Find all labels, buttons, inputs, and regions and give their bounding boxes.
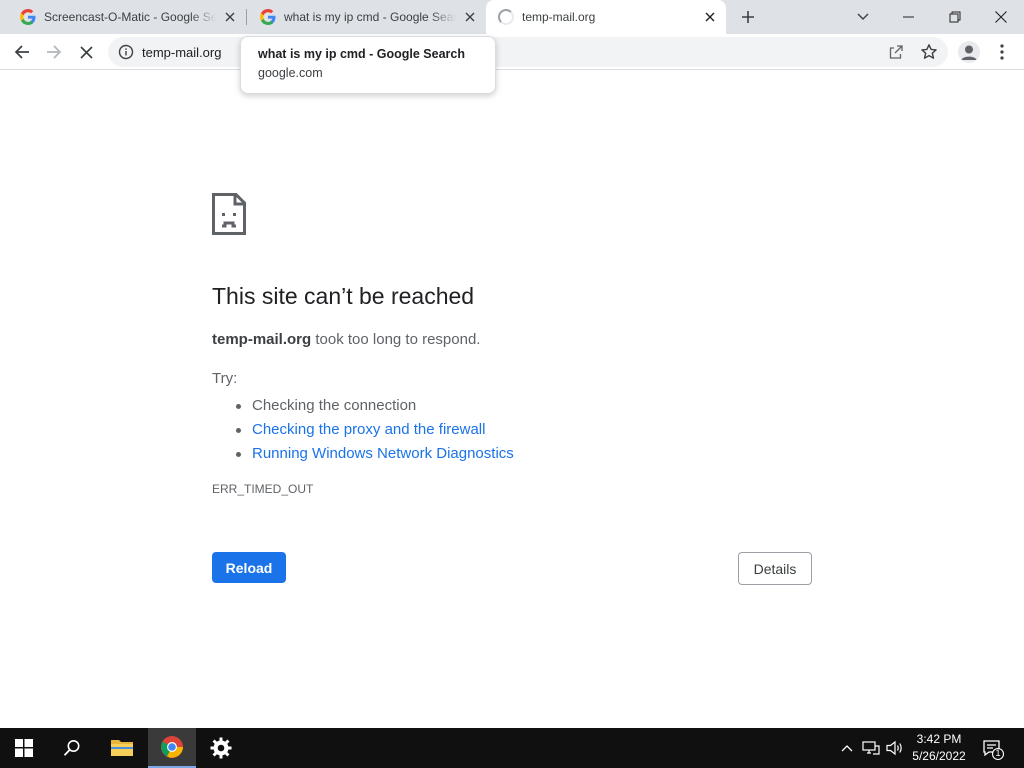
person-icon [961,45,977,60]
close-window-button[interactable] [978,0,1024,34]
file-explorer-button[interactable] [98,728,146,768]
network-icon [862,741,880,755]
error-host: temp-mail.org [212,331,312,348]
clock-date: 5/26/2022 [912,749,966,763]
google-g-icon [20,9,36,25]
google-g-icon [260,9,276,25]
sad-page-icon [212,193,246,235]
reload-button[interactable]: Reload [212,552,286,583]
error-message-text: took too long to respond. [311,331,481,348]
plus-icon [742,11,754,23]
tab-title: Screencast-O-Matic - Google Search [44,10,216,24]
browser-menu-button[interactable] [994,42,1010,62]
volume-tray-button[interactable] [886,738,904,758]
back-button[interactable] [8,38,36,66]
url-text[interactable]: temp-mail.org [142,45,221,60]
close-tab-icon[interactable] [462,9,478,25]
chrome-icon [161,736,183,758]
windows-logo-icon [15,739,33,757]
minimize-icon [903,16,914,18]
tab-search-button[interactable] [840,0,886,34]
browser-toolbar: temp-mail.org [0,34,1024,70]
folder-icon [111,740,133,756]
network-tray-button[interactable] [862,738,880,758]
restore-icon [949,11,961,23]
hover-card-title: what is my ip cmd - Google Search [258,47,465,61]
forward-button[interactable] [40,38,68,66]
suggestion-network-diagnostics-link[interactable]: Running Windows Network Diagnostics [236,442,514,466]
tab-screencast-o-matic[interactable]: Screencast-O-Matic - Google Search [0,0,246,34]
suggestion-check-connection: Checking the connection [236,394,514,418]
more-vert-icon [1000,44,1004,60]
close-tab-icon[interactable] [222,9,238,25]
tab-strip: Screencast-O-Matic - Google Search what … [0,0,1024,34]
taskbar-clock[interactable]: 3:42 PM 5/26/2022 [904,731,974,765]
details-button[interactable]: Details [738,552,812,585]
restore-button[interactable] [932,0,978,34]
show-hidden-icons-button[interactable] [838,738,856,758]
hover-card-domain: google.com [258,66,323,80]
start-button[interactable] [0,728,48,768]
chevron-down-icon [857,13,869,20]
error-message: temp-mail.org took too long to respond. [212,331,480,348]
new-tab-button[interactable] [736,5,760,29]
profile-avatar[interactable] [958,41,980,63]
windows-taskbar: 3:42 PM 5/26/2022 1 [0,728,1024,768]
speaker-icon [886,740,902,756]
stop-loading-button[interactable] [72,38,100,66]
action-center-button[interactable]: 1 [982,738,1005,761]
search-icon [63,740,80,756]
error-page: This site can’t be reached temp-mail.org… [0,71,1024,728]
bookmark-star-icon[interactable] [920,43,938,61]
search-button[interactable] [48,728,96,768]
share-icon[interactable] [888,44,904,60]
chrome-taskbar-button[interactable] [148,728,196,768]
gear-icon [210,737,232,759]
error-heading: This site can’t be reached [212,283,475,309]
loading-spinner-icon [498,9,514,25]
close-tab-icon[interactable] [702,9,718,25]
tab-temp-mail[interactable]: temp-mail.org [486,0,726,34]
tab-hover-card: what is my ip cmd - Google Search google… [240,36,496,94]
tab-what-is-my-ip[interactable]: what is my ip cmd - Google Search [246,0,486,34]
stop-icon [79,45,93,59]
suggestions-list: Checking the connection Checking the pro… [236,394,514,466]
try-label: Try: [212,370,238,387]
suggestion-proxy-firewall-link[interactable]: Checking the proxy and the firewall [236,418,514,442]
chevron-up-icon [841,745,853,752]
notification-count-badge: 1 [995,748,1001,758]
address-bar[interactable]: temp-mail.org [108,37,948,67]
settings-taskbar-button[interactable] [197,728,245,768]
back-arrow-icon [14,45,29,59]
minimize-button[interactable] [886,0,932,34]
tab-title: temp-mail.org [522,10,596,24]
info-icon[interactable] [118,44,134,60]
tab-title: what is my ip cmd - Google Search [284,10,456,24]
error-code: ERR_TIMED_OUT [212,482,314,496]
clock-time: 3:42 PM [916,732,962,746]
forward-arrow-icon [47,45,62,59]
close-icon [995,11,1007,23]
